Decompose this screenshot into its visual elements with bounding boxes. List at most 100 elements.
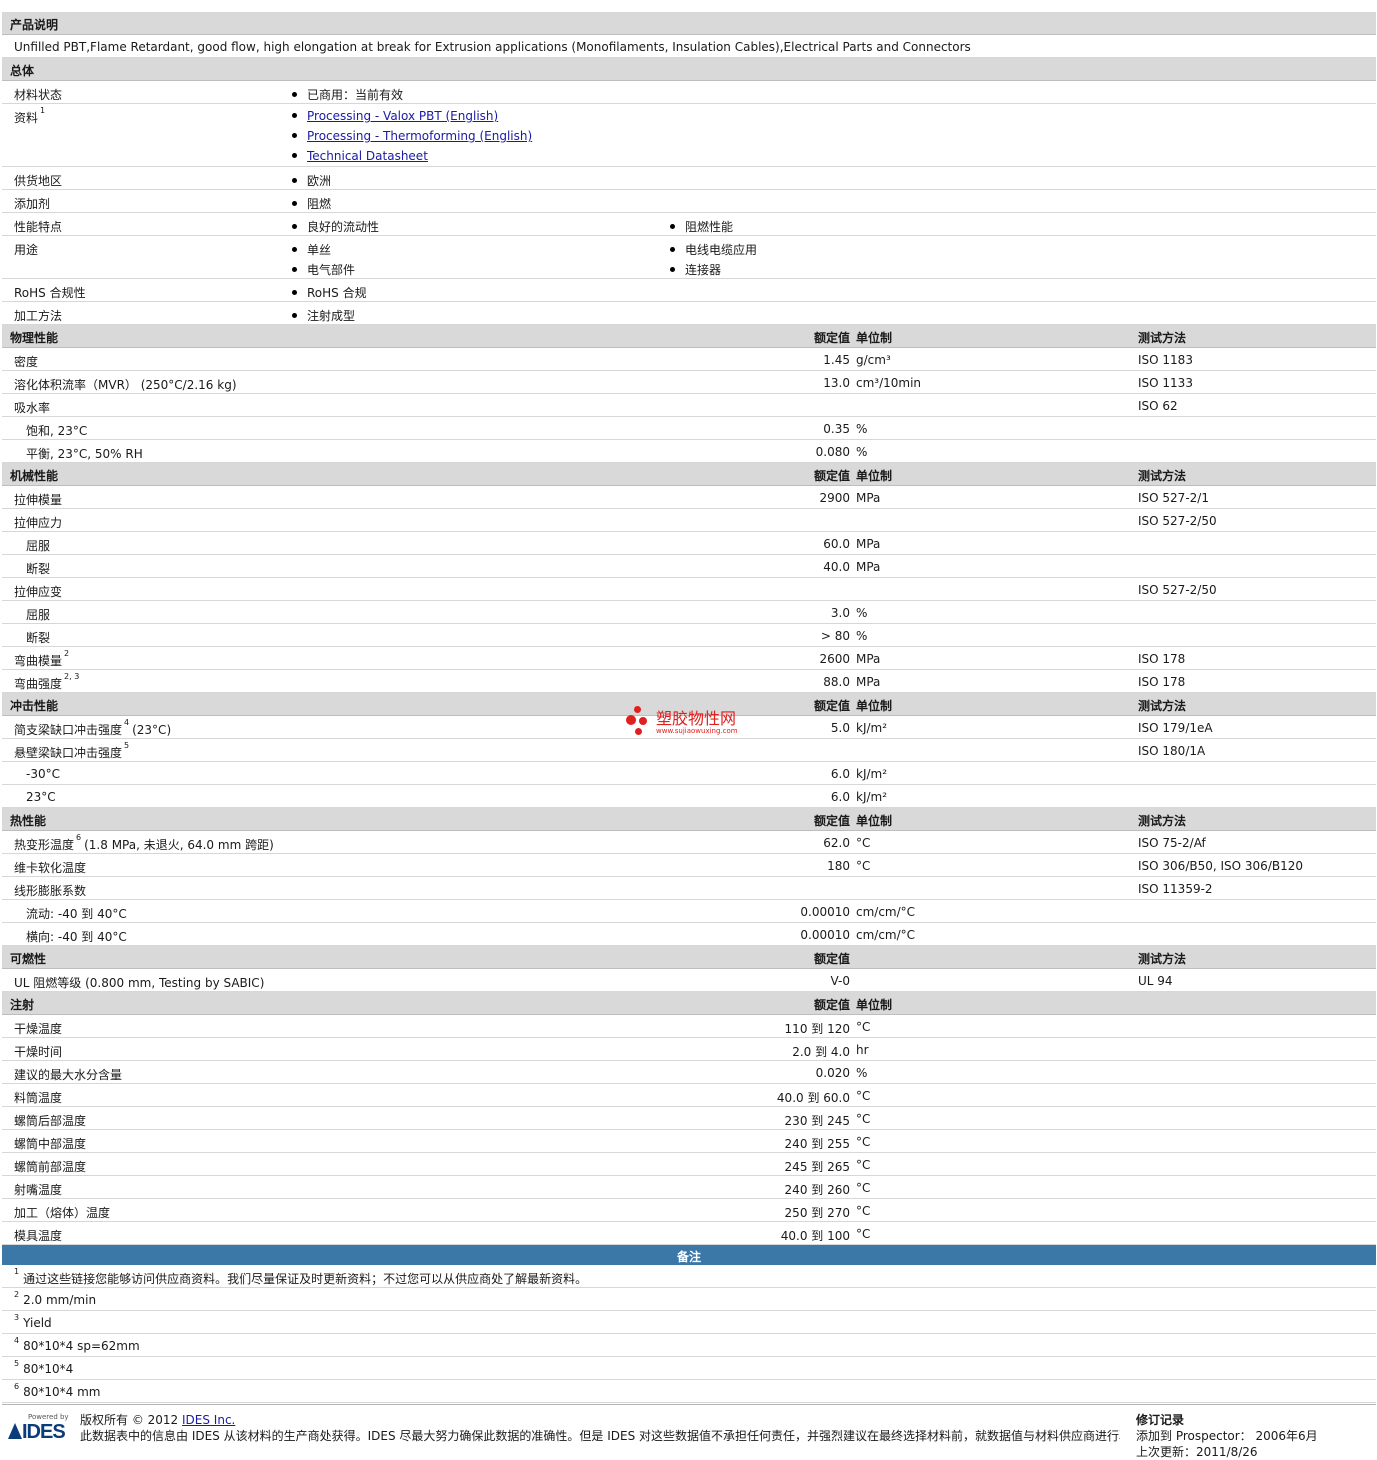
property-name: RoHS 合规性	[14, 286, 86, 300]
property-label: 资料1	[14, 106, 45, 126]
property-label: 性能特点	[14, 218, 62, 235]
injection-row: 料筒温度 40.0 到 60.0 °C	[2, 1084, 1376, 1107]
property-name: 吸水率	[14, 401, 51, 415]
rated-value: V-0	[830, 974, 850, 988]
unit: g/cm³	[856, 353, 891, 367]
bullet-item: 欧洲	[292, 172, 331, 189]
footnote: 6 80*10*4 mm	[14, 1382, 100, 1399]
footnote: 4 80*10*4 sp=62mm	[14, 1336, 140, 1353]
property-name: 屈服	[26, 539, 51, 553]
document-link[interactable]: Processing - Thermoforming (English)	[307, 129, 532, 143]
copyright: 版权所有 © 2012 IDES Inc.	[80, 1411, 235, 1428]
property-label: RoHS 合规性	[14, 284, 86, 301]
footnote-ref: 2	[64, 649, 70, 658]
section-title: 热性能	[10, 814, 47, 828]
link-item: Processing - Thermoforming (English)	[292, 129, 532, 143]
unit: kJ/m²	[856, 721, 888, 735]
revision-updated: 上次更新：2011/8/26	[1136, 1445, 1258, 1459]
unit: °C	[856, 859, 871, 873]
rated-value: 2600	[819, 652, 850, 666]
property-condition: (1.8 MPa, 未退火, 64.0 mm 跨距)	[84, 838, 274, 852]
unit: %	[856, 606, 868, 620]
injection-row: 螺筒后部温度 230 到 245 °C	[2, 1107, 1376, 1130]
property-name: 螺筒前部温度	[14, 1160, 87, 1174]
section-header-flammability: 可燃性 额定值 测试方法	[2, 946, 1376, 969]
section-header-physical: 物理性能 额定值 单位制 测试方法	[2, 325, 1376, 348]
footnote-number: 6	[14, 1382, 20, 1391]
footer: Powered by IDES 版权所有 © 2012 IDES Inc. 此数…	[2, 1404, 1376, 1459]
mechanical-row: 断裂 40.0 MPa	[2, 555, 1376, 578]
property-label: 横向: -40 到 40°C	[26, 928, 127, 945]
test-method: ISO 1133	[1138, 376, 1193, 390]
property-name: 射嘴温度	[14, 1183, 63, 1197]
physical-row: 饱和, 23°C 0.35%	[2, 417, 1376, 440]
watermark-text: 塑胶物性网	[656, 709, 737, 728]
property-name: 建议的最大水分含量	[14, 1068, 123, 1082]
col-header-unit: 单位制	[856, 998, 893, 1012]
rated-value: 0.35	[823, 422, 850, 436]
property-label: 平衡, 23°C, 50% RH	[26, 445, 143, 462]
bullet-item: 注射成型	[292, 307, 355, 324]
rated-value: 88.0	[823, 675, 850, 689]
property-name: 模具温度	[14, 1229, 63, 1243]
unit: %	[856, 629, 868, 643]
injection-row: 加工（熔体）温度 250 到 270 °C	[2, 1199, 1376, 1222]
property-label: 吸水率	[14, 399, 50, 416]
watermark-dot	[635, 728, 642, 735]
unit: MPa	[856, 491, 881, 505]
impact-row: 悬壁梁缺口冲击强度5 ISO 180/1A	[2, 739, 1376, 762]
property-name: 性能特点	[14, 220, 63, 234]
unit: °C	[856, 836, 871, 850]
general-row: 用途 单丝 电线电缆应用 电气部件 连接器	[2, 236, 1376, 279]
property-name: 平衡, 23°C, 50% RH	[26, 447, 143, 461]
injection-row: 射嘴温度 240 到 260 °C	[2, 1176, 1376, 1199]
property-name: 悬壁梁缺口冲击强度	[14, 746, 123, 760]
property-name: 流动: -40 到 40°C	[26, 907, 127, 921]
footnote-row: 3 Yield	[2, 1311, 1376, 1334]
property-name: 料筒温度	[14, 1091, 63, 1105]
mechanical-row: 拉伸应力 ISO 527-2/50	[2, 509, 1376, 532]
property-name: 弯曲强度	[14, 677, 63, 691]
property-label: 维卡软化温度	[14, 859, 86, 876]
col-header-value: 额定值	[813, 699, 850, 713]
link-item: Processing - Valox PBT (English)	[292, 109, 498, 123]
footnote-text: 2.0 mm/min	[23, 1293, 97, 1307]
footnote-text: 80*10*4	[23, 1362, 74, 1376]
physical-row: 密度 1.45 g/cm³ ISO 1183	[2, 348, 1376, 371]
property-label: 溶化体积流率（MVR） (250°C/2.16 kg)	[14, 376, 237, 393]
footnote-row: 2 2.0 mm/min	[2, 1288, 1376, 1311]
document-link[interactable]: Technical Datasheet	[307, 149, 428, 163]
property-name: 弯曲模量	[14, 654, 63, 668]
logo-powered-by: Powered by	[28, 1413, 69, 1421]
unit: kJ/m²	[856, 767, 888, 781]
section-header-desc: 产品说明	[2, 12, 1376, 35]
property-label: 料筒温度	[14, 1089, 62, 1106]
general-row: 性能特点 良好的流动性 阻燃性能	[2, 213, 1376, 236]
property-label: 射嘴温度	[14, 1181, 62, 1198]
property-name: 加工（熔体）温度	[14, 1206, 111, 1220]
impact-row: 23°C 6.0 kJ/m²	[2, 785, 1376, 808]
rated-value: 40.0	[823, 560, 850, 574]
property-label: 加工方法	[14, 307, 62, 324]
footnote: 5 80*10*4	[14, 1359, 74, 1376]
watermark-dot	[626, 715, 636, 725]
property-label: 热变形温度6(1.8 MPa, 未退火, 64.0 mm 跨距)	[14, 833, 274, 853]
property-label: -30°C	[26, 767, 60, 781]
section-header-thermal: 热性能 额定值 单位制 测试方法	[2, 808, 1376, 831]
property-label: UL 阻燃等级 (0.800 mm, Testing by SABIC)	[14, 974, 264, 991]
col-header-value: 额定值	[813, 814, 850, 828]
injection-row: 干燥时间 2.0 到 4.0 hr	[2, 1038, 1376, 1061]
ides-link[interactable]: IDES Inc.	[182, 1413, 235, 1427]
rated-value: 230 到 245	[784, 1114, 850, 1128]
property-name: 线形膨胀系数	[14, 884, 87, 898]
unit: cm³/10min	[856, 376, 922, 390]
property-name: 横向: -40 到 40°C	[26, 930, 127, 944]
footnote-number: 3	[14, 1313, 20, 1322]
rated-value: 2.0 到 4.0	[792, 1045, 850, 1059]
unit: hr	[856, 1043, 869, 1057]
document-link[interactable]: Processing - Valox PBT (English)	[307, 109, 498, 123]
unit: %	[856, 422, 868, 436]
bullet-item: RoHS 合规	[292, 284, 367, 301]
disclaimer: 此数据表中的信息由 IDES 从该材料的生产商处获得。IDES 尽最大努力确保此…	[80, 1429, 1120, 1443]
rated-value: 0.080	[815, 445, 850, 459]
